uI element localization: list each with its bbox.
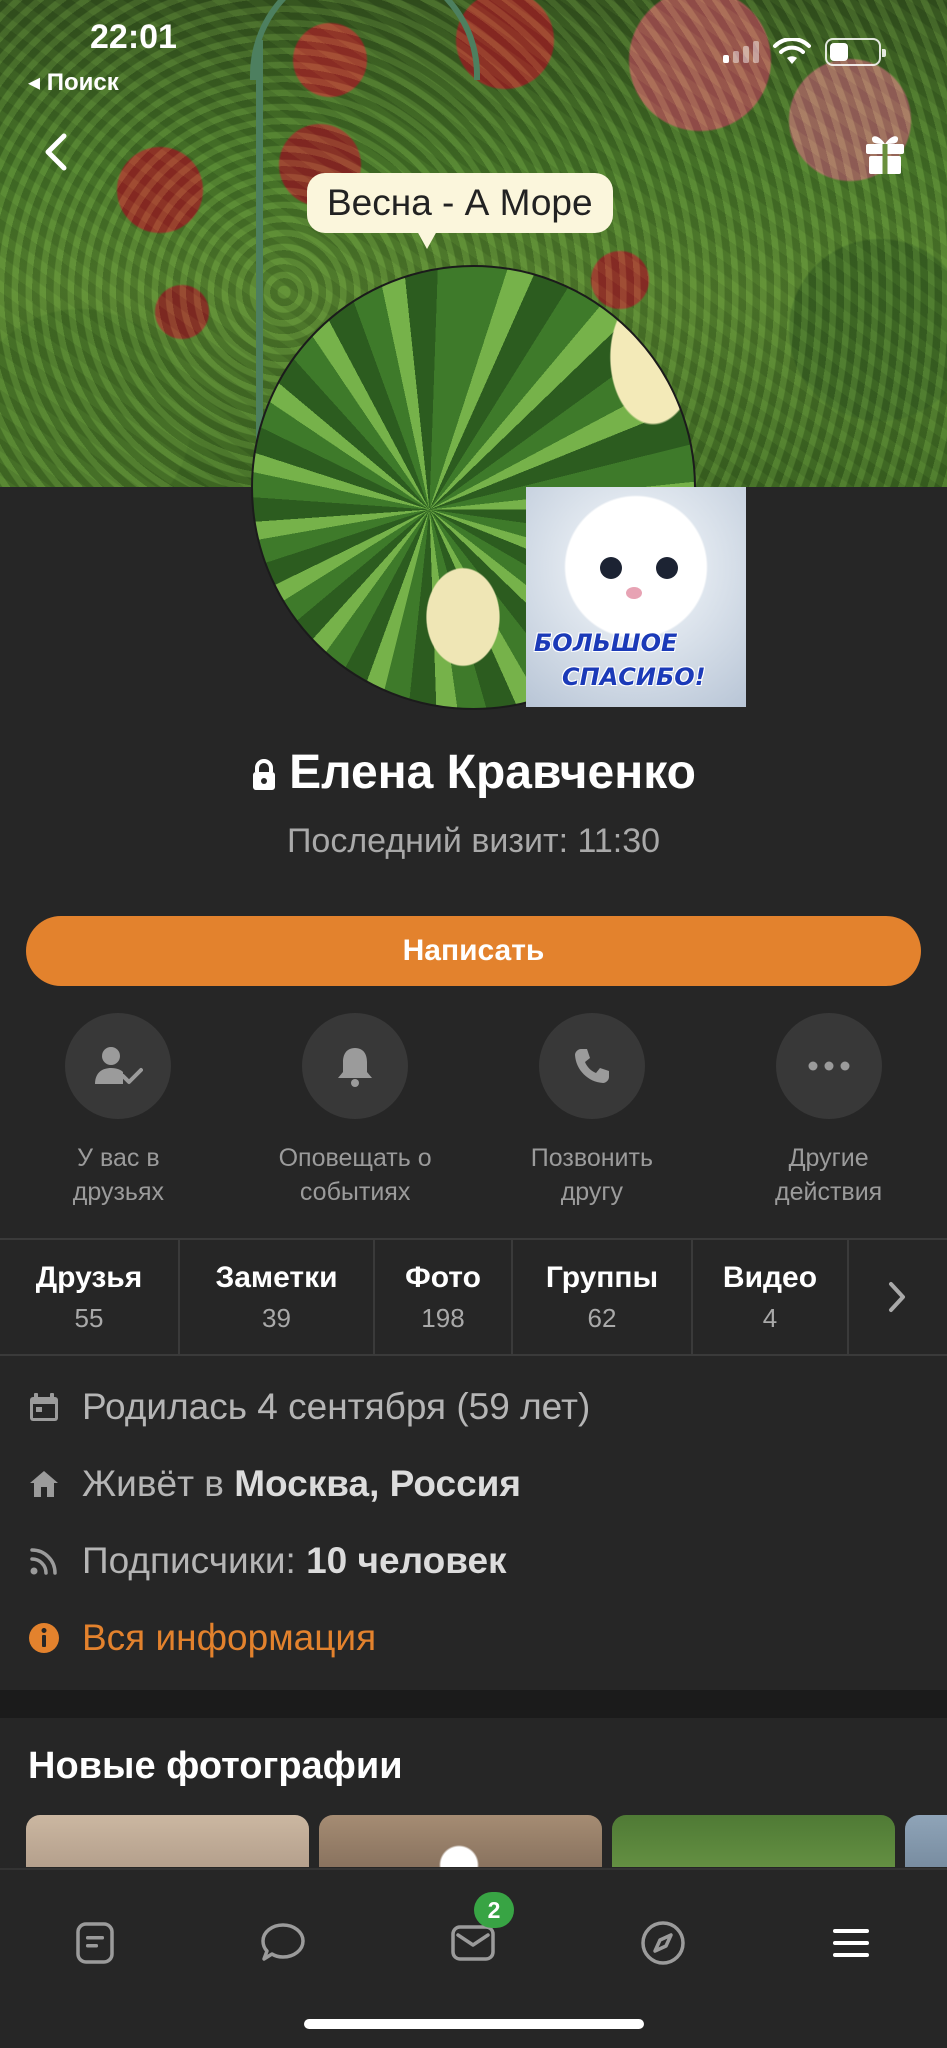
info-birthday: Родилась 4 сентября (59 лет) (26, 1386, 590, 1428)
photo-thumb[interactable] (612, 1815, 895, 1867)
profile-name: Елена Кравченко (0, 745, 947, 800)
info-all-text[interactable]: Вся информация (82, 1617, 376, 1659)
info-location: Живёт в Москва, Россия (26, 1463, 521, 1505)
info-all-link[interactable]: Вся информация (26, 1617, 376, 1659)
tab-menu[interactable] (826, 1918, 876, 1968)
counter-notes-title: Заметки (215, 1260, 338, 1294)
feed-icon (76, 1922, 114, 1964)
action-notify-label: Оповещать о событиях (278, 1144, 432, 1206)
messages-envelope-icon (451, 1925, 495, 1961)
counter-videos-title: Видео (722, 1260, 818, 1294)
sticker-text-line2: СПАСИБО! (562, 663, 706, 691)
sticker-text-line1: БОЛЬШОЕ (534, 629, 678, 657)
section-separator (0, 1690, 947, 1718)
action-notify[interactable]: Оповещать о событиях (237, 1013, 474, 1209)
divider-bottom (0, 1354, 947, 1356)
info-location-city[interactable]: Москва, Россия (234, 1463, 521, 1505)
action-more[interactable]: Другие действия (710, 1013, 947, 1209)
action-call[interactable]: Позвонить другу (474, 1013, 711, 1209)
info-circle-icon (26, 1620, 62, 1656)
action-more-label: Другие действия (775, 1144, 883, 1206)
tab-discussions[interactable] (258, 1918, 308, 1968)
menu-hamburger-icon (833, 1929, 869, 1957)
new-photos-title: Новые фотографии (28, 1745, 403, 1787)
info-subscribers: Подписчики: 10 человек (26, 1540, 507, 1582)
chevron-right-icon[interactable] (887, 1280, 907, 1314)
cover-garden-arch (250, 0, 480, 80)
discussions-icon (261, 1923, 305, 1961)
info-subscribers-prefix: Подписчики: (82, 1540, 296, 1581)
photo-strip[interactable] (26, 1815, 947, 1867)
kitten-eyes (594, 557, 684, 579)
counter-videos[interactable]: Видео 4 (693, 1240, 849, 1354)
battery-icon (825, 38, 886, 66)
info-birthday-text: Родилась 4 сентября (59 лет) (82, 1386, 591, 1427)
profile-name-text: Елена Кравченко (289, 746, 696, 799)
phone-icon (574, 1049, 609, 1083)
counter-photos-count: 198 (421, 1302, 465, 1333)
action-friends-circle[interactable] (65, 1013, 172, 1119)
status-indicators (723, 38, 886, 66)
counter-friends-title: Друзья (35, 1260, 143, 1294)
counter-groups-title: Группы (545, 1260, 659, 1294)
calendar-icon (26, 1389, 62, 1425)
status-back-to-search[interactable]: ◂ Поиск (28, 68, 119, 97)
write-message-button[interactable]: Написать (26, 916, 921, 986)
bell-icon (338, 1048, 373, 1087)
counter-groups[interactable]: Группы 62 (513, 1240, 693, 1354)
counter-friends[interactable]: Друзья 55 (0, 1240, 180, 1354)
counter-notes-count: 39 (262, 1302, 291, 1333)
profile-actions: У вас в друзьях Оповещать о событиях Поз… (0, 1013, 947, 1209)
counter-notes[interactable]: Заметки 39 (180, 1240, 375, 1354)
wifi-icon (773, 38, 811, 64)
counter-photos[interactable]: Фото 198 (375, 1240, 513, 1354)
photo-thumb[interactable] (319, 1815, 602, 1867)
counter-photos-title: Фото (405, 1260, 481, 1294)
battery-level (830, 43, 849, 61)
info-location-prefix: Живёт в (82, 1463, 224, 1504)
home-indicator[interactable] (304, 2019, 644, 2029)
back-arrow-icon[interactable] (36, 130, 76, 174)
lock-icon (253, 759, 276, 791)
counter-videos-count: 4 (762, 1302, 778, 1333)
gift-icon[interactable] (863, 130, 907, 176)
messages-badge: 2 (474, 1892, 514, 1928)
counter-friends-count: 55 (74, 1302, 104, 1333)
status-bubble[interactable]: Весна - А Море (307, 173, 613, 249)
compass-icon (641, 1921, 685, 1965)
more-dots-icon (808, 1061, 850, 1071)
status-time: 22:01 (90, 18, 177, 56)
tab-explore[interactable] (638, 1918, 688, 1968)
cellular-signal-icon (723, 41, 759, 63)
action-notify-circle[interactable] (302, 1013, 409, 1119)
friend-check-icon (95, 1047, 144, 1084)
photo-thumb[interactable] (26, 1815, 309, 1867)
action-call-label: Позвонить другу (530, 1144, 653, 1206)
action-more-circle[interactable] (775, 1013, 882, 1119)
info-subscribers-value[interactable]: 10 человек (306, 1540, 506, 1582)
counter-groups-count: 62 (587, 1302, 617, 1333)
rss-icon (26, 1543, 62, 1579)
last-visit: Последний визит: 11:30 (286, 822, 661, 860)
action-friends[interactable]: У вас в друзьях (0, 1013, 237, 1209)
home-icon (26, 1466, 62, 1502)
tab-feed[interactable] (70, 1918, 120, 1968)
photo-thumb[interactable] (905, 1815, 947, 1867)
action-call-circle[interactable] (538, 1013, 645, 1119)
avatar-sticker-kitten[interactable]: БОЛЬШОЕ СПАСИБО! (526, 487, 746, 707)
kitten-nose (626, 587, 642, 599)
profile-counters: Друзья 55 Заметки 39 Фото 198 Группы 62 … (0, 1240, 947, 1354)
action-friends-label: У вас в друзьях (72, 1144, 164, 1206)
cover-garden-pole (256, 40, 263, 440)
